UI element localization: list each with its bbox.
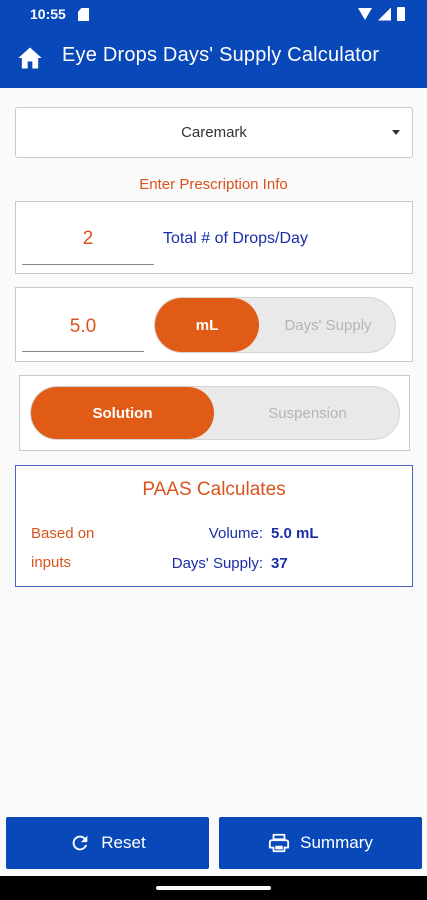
reset-label: Reset [101, 833, 146, 852]
drops-per-day-input[interactable]: 2 [22, 228, 154, 250]
drops-per-day-label: Total # of Drops/Day [163, 230, 308, 247]
status-time: 10:55 [30, 6, 66, 22]
days-supply-result-label: Days' Supply: [171, 555, 263, 572]
home-icon[interactable] [16, 44, 44, 72]
signal-icon [378, 7, 391, 21]
days-supply-result-value: 37 [271, 555, 288, 572]
refresh-icon [72, 835, 88, 851]
battery-icon [397, 7, 405, 21]
results-card: PAAS Calculates Based on inputs Volume: … [15, 465, 413, 587]
sd-card-icon [78, 8, 89, 21]
status-icons [358, 7, 405, 21]
summary-button[interactable]: Summary [219, 817, 422, 869]
form-option-suspension[interactable]: Suspension [214, 387, 401, 439]
form-toggle: Solution Suspension [30, 386, 400, 440]
gesture-handle[interactable] [156, 886, 271, 890]
unit-option-ml[interactable]: mL [155, 298, 259, 352]
drops-per-day-card: 2 Total # of Drops/Day [15, 201, 413, 274]
unit-option-days-supply[interactable]: Days' Supply [259, 298, 397, 352]
form-option-solution[interactable]: Solution [31, 387, 214, 439]
results-title: PAAS Calculates [142, 479, 286, 500]
app-bar: Eye Drops Days' Supply Calculator [0, 28, 427, 88]
unit-toggle: mL Days' Supply [154, 297, 396, 353]
input-underline [22, 264, 154, 265]
volume-result-label: Volume: [208, 525, 263, 542]
status-bar: 10:55 [0, 0, 427, 28]
volume-input[interactable]: 5.0 [22, 316, 144, 338]
printer-icon [269, 833, 290, 853]
volume-result-value: 5.0 mL [271, 525, 319, 542]
pbm-selected-value: Caremark [181, 124, 247, 141]
page-title: Eye Drops Days' Supply Calculator [62, 44, 380, 66]
reset-button[interactable]: Reset [6, 817, 209, 869]
volume-card: 5.0 mL Days' Supply [15, 287, 413, 362]
navigation-bar [0, 876, 427, 900]
summary-label: Summary [300, 833, 373, 852]
pbm-dropdown[interactable]: Caremark [15, 107, 413, 158]
section-label: Enter Prescription Info [139, 176, 288, 193]
dropdown-caret-icon [392, 130, 400, 135]
input-underline [22, 351, 144, 352]
results-note: Based on inputs [31, 525, 95, 571]
form-card: Solution Suspension [19, 375, 410, 451]
wifi-icon [358, 8, 372, 20]
